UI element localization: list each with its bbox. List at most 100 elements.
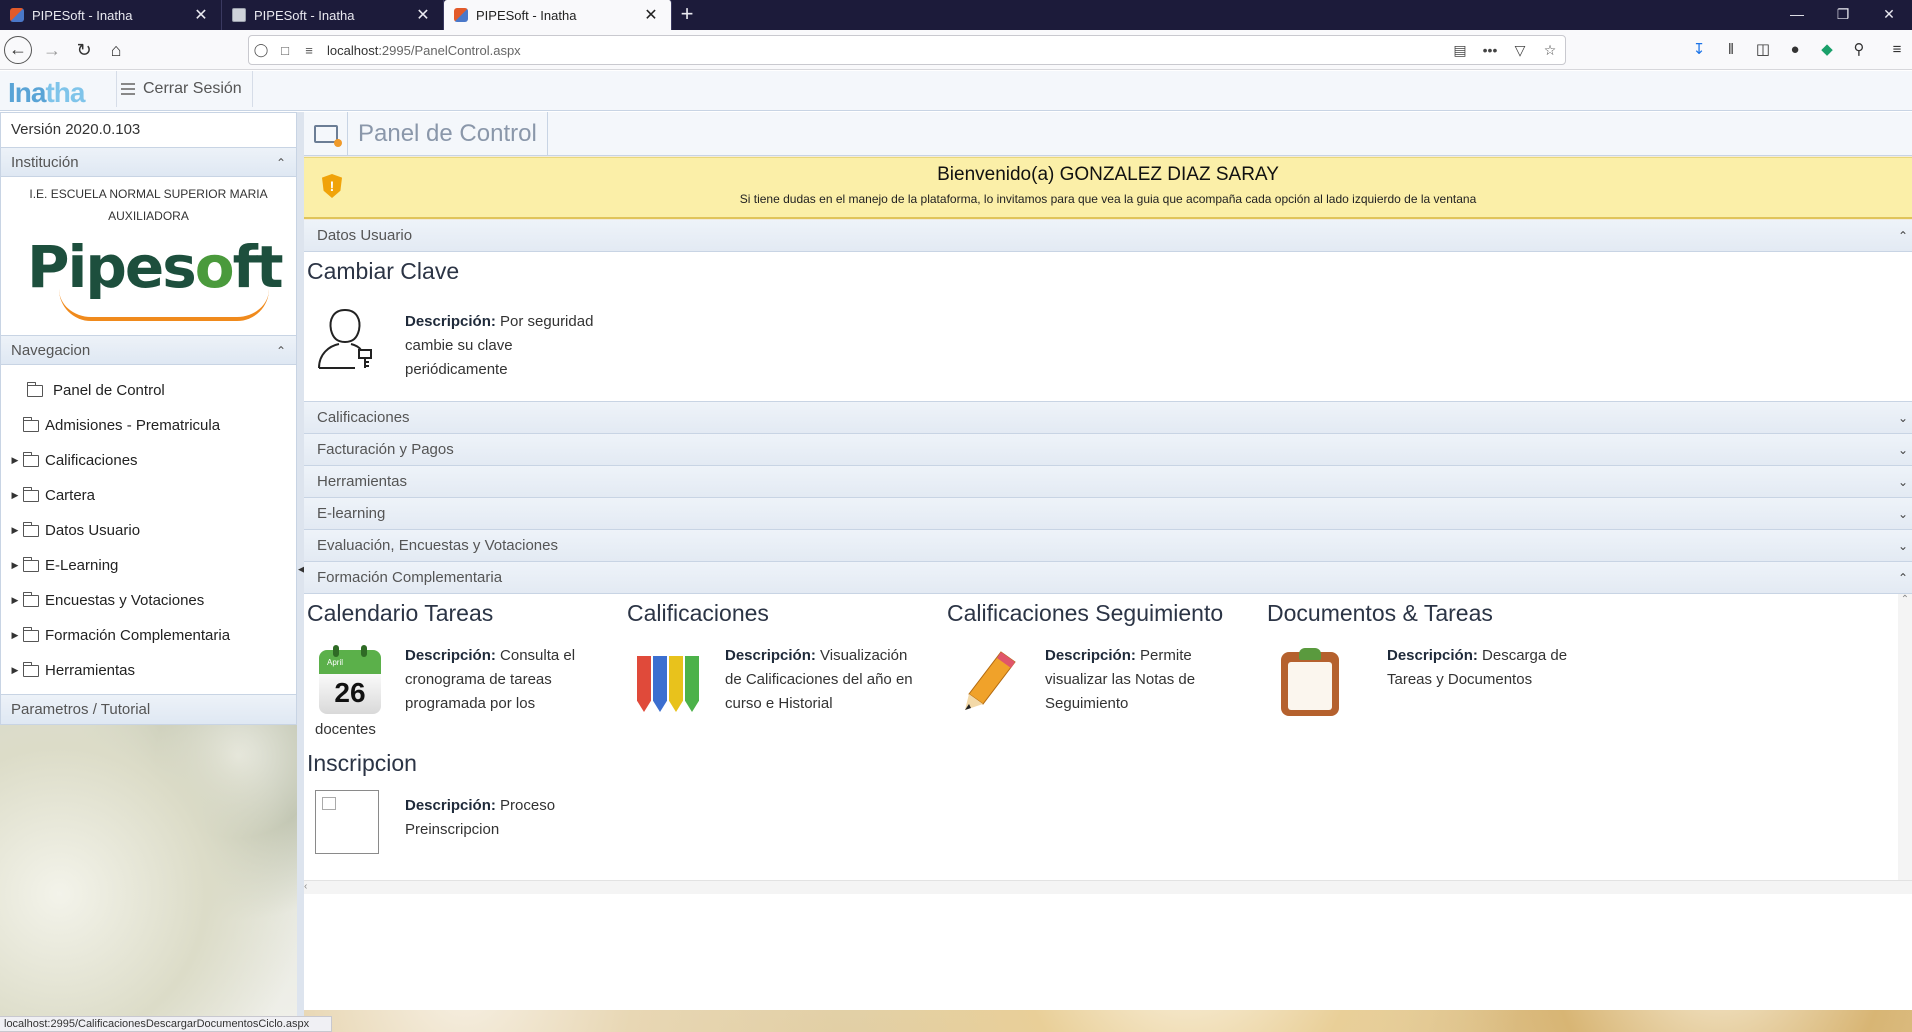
nav-item-panel-de-control[interactable]: Panel de Control: [1, 373, 296, 408]
navigation-header-label: Navegacion: [11, 342, 91, 359]
expand-arrow-icon[interactable]: ▶: [7, 595, 23, 606]
nav-item-label: Herramientas: [45, 662, 136, 679]
close-tab-icon[interactable]: ✕: [193, 5, 209, 25]
folder-icon: [23, 416, 39, 432]
expand-arrow-icon[interactable]: ▶: [7, 560, 23, 571]
url-host: localhost: [327, 42, 379, 58]
nav-item-cartera[interactable]: ▶ Cartera: [1, 478, 296, 513]
card-description: Descripción: Proceso Preinscripcion: [405, 794, 585, 842]
accordion-header-herramientas[interactable]: Herramientas ⌄: [304, 466, 1912, 498]
parametros-tutorial-header[interactable]: Parametros / Tutorial: [1, 694, 296, 724]
card-documentos-tareas[interactable]: Documentos & Tareas Descripción: Descarg…: [1267, 600, 1587, 720]
hamburger-icon: [121, 80, 135, 98]
accordion-header-facturacion[interactable]: Facturación y Pagos ⌄: [304, 434, 1912, 466]
nav-item-datos-usuario[interactable]: ▶ Datos Usuario: [1, 513, 296, 548]
extension-shield-icon[interactable]: ◆: [1814, 36, 1840, 64]
browser-tab[interactable]: PIPESoft - Inatha ✕: [222, 0, 444, 30]
nav-item-formacion[interactable]: ▶ Formación Complementaria: [1, 618, 296, 653]
home-button[interactable]: ⌂: [102, 36, 130, 64]
forward-button[interactable]: →: [38, 36, 66, 64]
folder-icon: [23, 556, 39, 572]
expand-arrow-icon[interactable]: ▶: [7, 490, 23, 501]
chevron-down-icon[interactable]: ⌄: [1894, 530, 1912, 562]
navigation-header[interactable]: Navegacion ⌃: [1, 335, 296, 365]
chevron-down-icon[interactable]: ⌄: [1894, 434, 1912, 466]
sidebar: Versión 2020.0.103 Institución ⌃ I.E. ES…: [0, 112, 300, 1032]
download-icon[interactable]: ↧: [1686, 36, 1712, 64]
card-title: Cambiar Clave: [307, 258, 460, 284]
back-button[interactable]: ←: [4, 36, 32, 64]
pocket-icon[interactable]: ▽: [1505, 42, 1535, 59]
library-icon[interactable]: ‖: [1718, 36, 1744, 64]
close-tab-icon[interactable]: ✕: [415, 5, 431, 25]
description-label: Descripción:: [1387, 647, 1478, 664]
card-calendario-tareas[interactable]: Calendario Tareas April 26 Descripción: …: [307, 600, 617, 746]
nav-item-label: Datos Usuario: [45, 522, 141, 539]
browser-tab-active[interactable]: PIPESoft - Inatha ✕: [444, 0, 672, 30]
expand-arrow-icon[interactable]: ▶: [7, 455, 23, 466]
card-cambiar-clave[interactable]: Cambiar Clave Descripción: Por seguridad…: [307, 258, 627, 398]
card-calificaciones[interactable]: Calificaciones Descripción: Visualizació…: [627, 600, 937, 720]
nav-item-admisiones[interactable]: Admisiones - Prematricula: [1, 408, 296, 443]
nav-item-label: Calificaciones: [45, 452, 138, 469]
logout-button[interactable]: Cerrar Sesión: [116, 71, 253, 107]
new-tab-button[interactable]: +: [672, 0, 702, 30]
accordion-header-elearning[interactable]: E-learning ⌄: [304, 498, 1912, 530]
url-bar[interactable]: ◯ □ ≡ localhost:2995/PanelControl.aspx ▤…: [248, 35, 1566, 65]
app-logo[interactable]: Inatha: [8, 77, 85, 109]
accordion-header-calificaciones[interactable]: Calificaciones ⌄: [304, 402, 1912, 434]
nav-item-encuestas[interactable]: ▶ Encuestas y Votaciones: [1, 583, 296, 618]
close-tab-icon[interactable]: ✕: [643, 5, 659, 25]
folder-icon: [23, 451, 39, 467]
restore-icon[interactable]: ❐: [1820, 0, 1866, 30]
extension-key-icon[interactable]: ⚲: [1846, 36, 1872, 64]
account-avatar-icon[interactable]: ●: [1782, 36, 1808, 64]
close-window-icon[interactable]: ✕: [1866, 0, 1912, 30]
sidebar-toggle-icon[interactable]: ◫: [1750, 36, 1776, 64]
permissions-icon[interactable]: ≡: [297, 43, 321, 58]
url-text[interactable]: localhost:2995/PanelControl.aspx: [321, 43, 1445, 58]
chevron-up-icon[interactable]: ⌃: [1894, 562, 1912, 594]
accordion-header-label: E-learning: [317, 505, 386, 522]
menu-icon[interactable]: ≡: [1884, 36, 1910, 64]
nav-item-calificaciones[interactable]: ▶ Calificaciones: [1, 443, 296, 478]
logo-swoosh: [59, 289, 269, 321]
accordion-header-formacion[interactable]: Formación Complementaria ⌃: [304, 562, 1912, 594]
description-label: Descripción:: [725, 647, 816, 664]
accordion-header-datos-usuario[interactable]: Datos Usuario ⌃: [304, 220, 1912, 252]
chevron-up-icon[interactable]: ⌃: [1894, 220, 1912, 252]
more-actions-icon[interactable]: •••: [1475, 42, 1505, 58]
chevron-down-icon[interactable]: ⌄: [1894, 402, 1912, 434]
vertical-scrollbar[interactable]: ⌃: [1898, 594, 1912, 894]
favicon-icon: [454, 8, 468, 22]
chevron-up-icon[interactable]: ⌃: [276, 336, 286, 366]
card-description: Descripción: Permite visualizar las Nota…: [1045, 644, 1245, 716]
chevron-down-icon[interactable]: ⌄: [1894, 466, 1912, 498]
card-calificaciones-seguimiento[interactable]: Calificaciones Seguimiento Descripción: …: [947, 600, 1267, 720]
minimize-icon[interactable]: —: [1774, 0, 1820, 30]
card-title: Calendario Tareas: [307, 600, 494, 626]
expand-arrow-icon[interactable]: ▶: [7, 630, 23, 641]
reader-view-icon[interactable]: ▤: [1445, 42, 1475, 59]
page-header: Panel de Control: [304, 111, 1912, 156]
main-content: Panel de Control ! Bienvenido(a) GONZALE…: [304, 111, 1912, 1032]
bookmark-star-icon[interactable]: ☆: [1535, 42, 1565, 59]
card-title: Inscripcion: [307, 750, 417, 776]
page-info-icon[interactable]: □: [273, 43, 297, 58]
chevron-down-icon[interactable]: ⌄: [1894, 498, 1912, 530]
chevron-up-icon[interactable]: ⌃: [276, 148, 286, 178]
accordion-header-evaluacion[interactable]: Evaluación, Encuestas y Votaciones ⌄: [304, 530, 1912, 562]
browser-tab[interactable]: PIPESoft - Inatha ✕: [0, 0, 222, 30]
tab-title: PIPESoft - Inatha: [254, 7, 355, 23]
reload-button[interactable]: ↻: [70, 36, 98, 64]
nav-item-e-learning[interactable]: ▶ E-Learning: [1, 548, 296, 583]
expand-arrow-icon[interactable]: ▶: [7, 525, 23, 536]
institution-header[interactable]: Institución ⌃: [1, 147, 296, 177]
horizontal-scrollbar[interactable]: ‹: [304, 880, 1912, 894]
shield-icon[interactable]: ◯: [249, 42, 273, 58]
clipboard-icon: [1281, 648, 1339, 716]
url-path: :2995/PanelControl.aspx: [378, 42, 521, 58]
card-inscripcion[interactable]: Inscripcion Descripción: Proceso Preinsc…: [307, 750, 617, 870]
nav-item-herramientas[interactable]: ▶ Herramientas: [1, 653, 296, 688]
expand-arrow-icon[interactable]: ▶: [7, 665, 23, 676]
